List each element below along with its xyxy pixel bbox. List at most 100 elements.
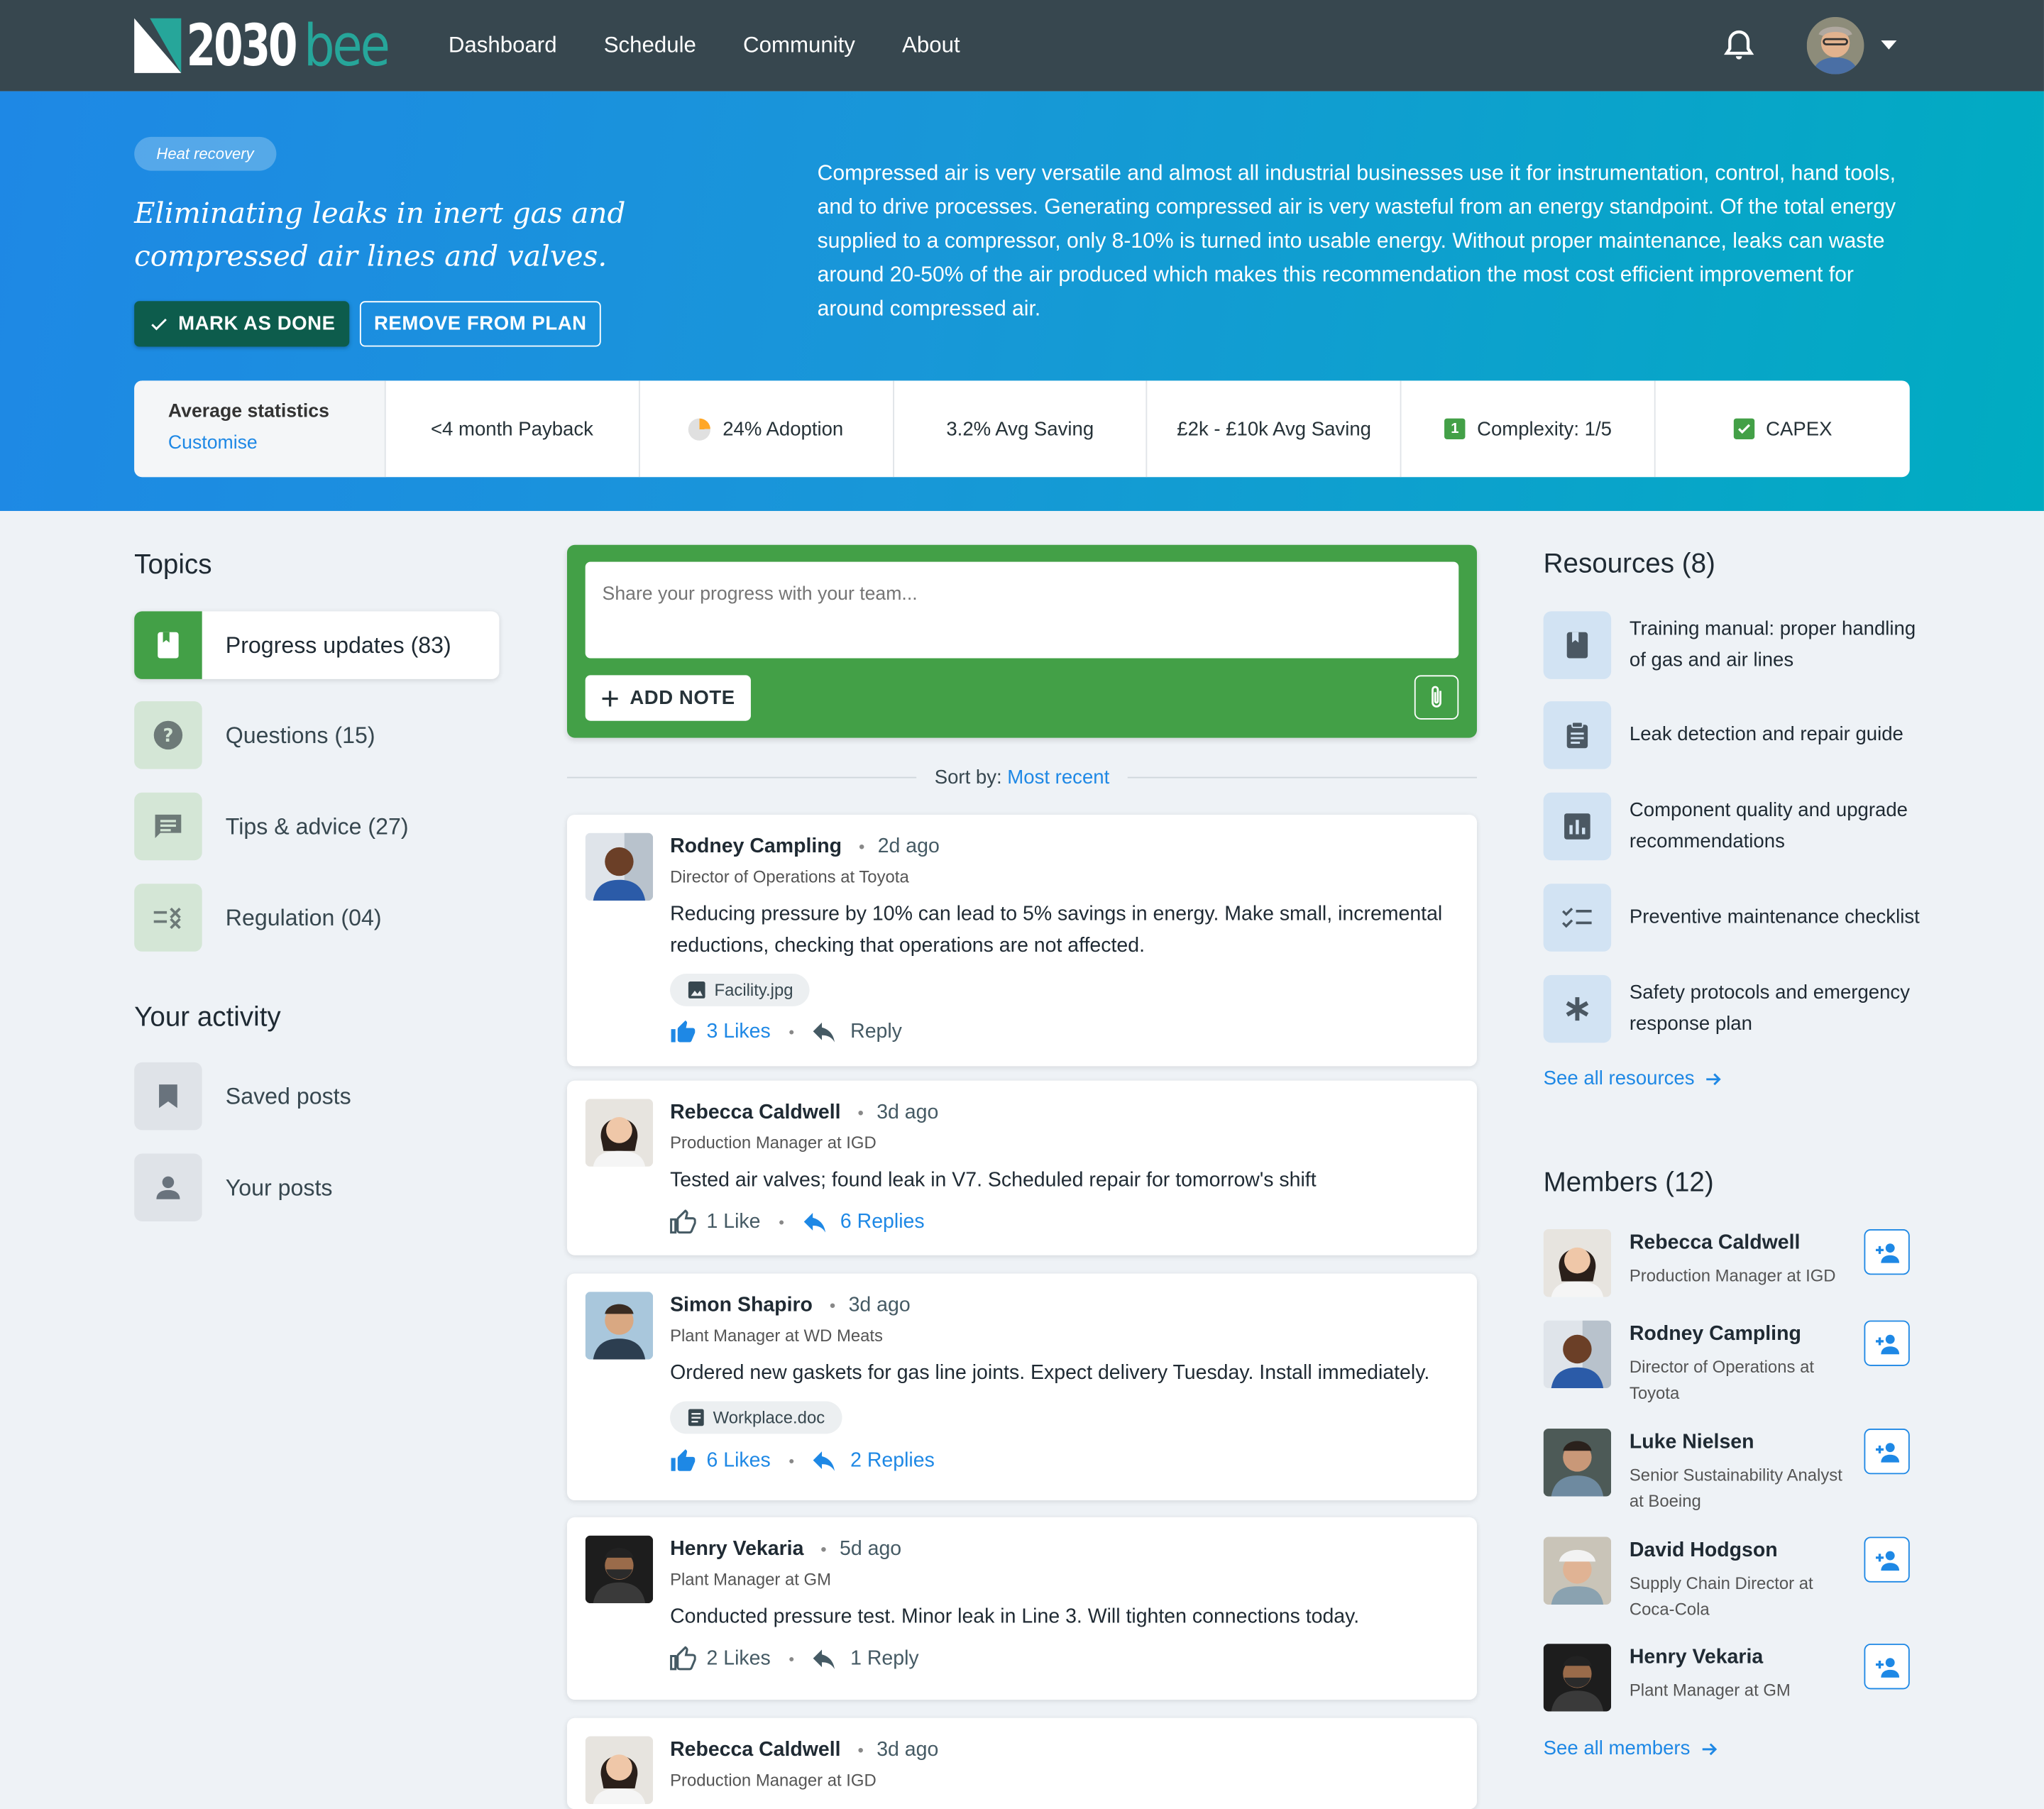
post-author[interactable]: Rebecca Caldwell • 3d ago bbox=[670, 1101, 938, 1125]
resource-item[interactable]: Training manual: proper handling of gas … bbox=[1543, 611, 1922, 679]
stat-adoption-label: 24% Adoption bbox=[722, 417, 844, 440]
post-time: 3d ago bbox=[877, 1739, 939, 1761]
stat-avg-saving-pct-label: 3.2% Avg Saving bbox=[946, 417, 1094, 440]
topic-label: Questions (15) bbox=[225, 721, 375, 748]
reply-icon[interactable] bbox=[803, 1212, 826, 1233]
nav-schedule[interactable]: Schedule bbox=[604, 33, 696, 59]
add-member-button[interactable] bbox=[1864, 1429, 1910, 1475]
post-avatar[interactable] bbox=[585, 832, 654, 901]
post-actions: 2 Likes • 1 Reply bbox=[670, 1646, 919, 1673]
see-all-members-label: See all members bbox=[1543, 1737, 1691, 1760]
add-note-button[interactable]: ADD NOTE bbox=[585, 675, 751, 721]
post-text: Tested air valves; found leak in V7. Sch… bbox=[670, 1169, 1317, 1192]
post-author[interactable]: Rebecca Caldwell • 3d ago bbox=[670, 1739, 938, 1762]
replies-link[interactable]: 1 Reply bbox=[850, 1648, 919, 1671]
category-chip[interactable]: Heat recovery bbox=[134, 136, 276, 171]
member-avatar[interactable] bbox=[1543, 1536, 1612, 1605]
member-name[interactable]: Henry Vekaria bbox=[1630, 1646, 1763, 1670]
mark-as-done-button[interactable]: MARK AS DONE bbox=[134, 301, 350, 347]
thumb-up-icon[interactable] bbox=[670, 1646, 696, 1673]
resource-label: Safety protocols and emergency response … bbox=[1629, 982, 1910, 1035]
member-avatar[interactable] bbox=[1543, 1429, 1612, 1497]
resource-item[interactable]: Component quality and upgrade recommenda… bbox=[1543, 792, 1922, 861]
page: 2030 bee Dashboard Schedule Community Ab… bbox=[0, 0, 2044, 1809]
topic-progress-updates[interactable]: Progress updates (83) bbox=[134, 611, 500, 679]
bell-icon[interactable] bbox=[1720, 26, 1757, 65]
post-author[interactable]: Rodney Campling • 2d ago bbox=[670, 835, 940, 859]
likes-count[interactable]: 2 Likes bbox=[706, 1648, 770, 1671]
sort-label: Sort by: bbox=[934, 766, 1002, 788]
nav-community[interactable]: Community bbox=[743, 33, 855, 59]
stats-bar: Average statistics Customise <4 month Pa… bbox=[134, 380, 1910, 478]
your-posts[interactable]: Your posts bbox=[134, 1153, 499, 1221]
user-menu-chevron-down-icon[interactable] bbox=[1881, 40, 1897, 50]
see-all-members-link[interactable]: See all members bbox=[1543, 1737, 1718, 1760]
member-name[interactable]: Rodney Campling bbox=[1630, 1323, 1801, 1346]
progress-input[interactable]: Share your progress with your team... bbox=[585, 561, 1459, 659]
attachment-chip[interactable]: Facility.jpg bbox=[670, 974, 811, 1006]
saved-posts[interactable]: Saved posts bbox=[134, 1062, 499, 1131]
member-name[interactable]: Rebecca Caldwell bbox=[1630, 1232, 1801, 1255]
add-member-button[interactable] bbox=[1864, 1229, 1910, 1275]
sort-control[interactable]: Sort by: Most recent bbox=[916, 766, 1128, 788]
thumb-up-icon[interactable] bbox=[670, 1448, 696, 1475]
resource-item[interactable]: Leak detection and repair guide bbox=[1543, 701, 1922, 769]
member-avatar[interactable] bbox=[1543, 1229, 1612, 1297]
plus-icon bbox=[602, 690, 618, 706]
post-actions: 1 Like • 6 Replies bbox=[670, 1209, 925, 1236]
reply-link[interactable]: Reply bbox=[850, 1021, 902, 1044]
post-author-role: Production Manager at IGD bbox=[670, 1133, 877, 1153]
nav-dashboard[interactable]: Dashboard bbox=[449, 33, 557, 59]
add-member-button[interactable] bbox=[1864, 1320, 1910, 1366]
sort-value[interactable]: Most recent bbox=[1007, 766, 1109, 788]
post-card: Rebecca Caldwell • 3d ago Production Manag… bbox=[566, 1080, 1477, 1255]
remove-from-plan-button[interactable]: REMOVE FROM PLAN bbox=[359, 301, 601, 347]
post-author-name: Simon Shapiro bbox=[670, 1294, 813, 1317]
topic-tips[interactable]: Tips & advice (27) bbox=[134, 792, 499, 861]
thumb-up-icon[interactable] bbox=[670, 1019, 696, 1045]
topic-regulation[interactable]: Regulation (04) bbox=[134, 884, 499, 952]
member-name[interactable]: David Hodgson bbox=[1630, 1539, 1778, 1563]
likes-count[interactable]: 6 Likes bbox=[706, 1449, 770, 1473]
user-avatar[interactable] bbox=[1806, 16, 1864, 75]
member-avatar[interactable] bbox=[1543, 1644, 1612, 1712]
arrow-right-icon bbox=[1701, 1742, 1717, 1755]
likes-count[interactable]: 3 Likes bbox=[706, 1021, 770, 1044]
stat-capex-label: CAPEX bbox=[1766, 417, 1833, 440]
attach-button[interactable] bbox=[1414, 675, 1459, 720]
thumb-up-icon[interactable] bbox=[670, 1209, 696, 1236]
activity-heading: Your activity bbox=[134, 1002, 281, 1033]
divider bbox=[566, 776, 916, 778]
customise-link[interactable]: Customise bbox=[168, 433, 385, 453]
post-author[interactable]: Henry Vekaria • 5d ago bbox=[670, 1538, 901, 1561]
nav-about[interactable]: About bbox=[902, 33, 960, 59]
member-avatar[interactable] bbox=[1543, 1320, 1612, 1389]
see-all-resources-link[interactable]: See all resources bbox=[1544, 1067, 1722, 1089]
reply-icon[interactable] bbox=[813, 1451, 836, 1471]
post-avatar[interactable] bbox=[585, 1292, 654, 1360]
attachment-chip[interactable]: Workplace.doc bbox=[670, 1401, 842, 1434]
logo-word: bee bbox=[304, 12, 390, 79]
logo[interactable]: 2030 bee bbox=[134, 12, 403, 79]
reply-icon[interactable] bbox=[813, 1022, 836, 1043]
post-avatar[interactable] bbox=[585, 1099, 654, 1167]
resource-label: Leak detection and repair guide bbox=[1629, 723, 1903, 746]
topic-questions[interactable]: ? Questions (15) bbox=[134, 701, 499, 769]
add-member-button[interactable] bbox=[1864, 1644, 1910, 1690]
person-icon bbox=[134, 1153, 202, 1221]
replies-link[interactable]: 6 Replies bbox=[840, 1211, 925, 1234]
topic-label: Progress updates (83) bbox=[225, 631, 451, 658]
resource-item[interactable]: Preventive maintenance checklist bbox=[1543, 884, 1922, 952]
replies-link[interactable]: 2 Replies bbox=[850, 1449, 935, 1473]
logo-mark bbox=[134, 18, 182, 73]
post-avatar[interactable] bbox=[585, 1736, 654, 1804]
post-author[interactable]: Simon Shapiro • 3d ago bbox=[670, 1294, 911, 1318]
resource-item[interactable]: Safety protocols and emergency response … bbox=[1543, 974, 1922, 1043]
bookmark-icon bbox=[134, 1062, 202, 1131]
member-name[interactable]: Luke Nielsen bbox=[1630, 1431, 1754, 1455]
likes-count[interactable]: 1 Like bbox=[706, 1211, 760, 1234]
reply-icon[interactable] bbox=[813, 1649, 836, 1669]
add-member-button[interactable] bbox=[1864, 1536, 1910, 1583]
post-author-name: Henry Vekaria bbox=[670, 1538, 804, 1561]
post-avatar[interactable] bbox=[585, 1535, 654, 1604]
